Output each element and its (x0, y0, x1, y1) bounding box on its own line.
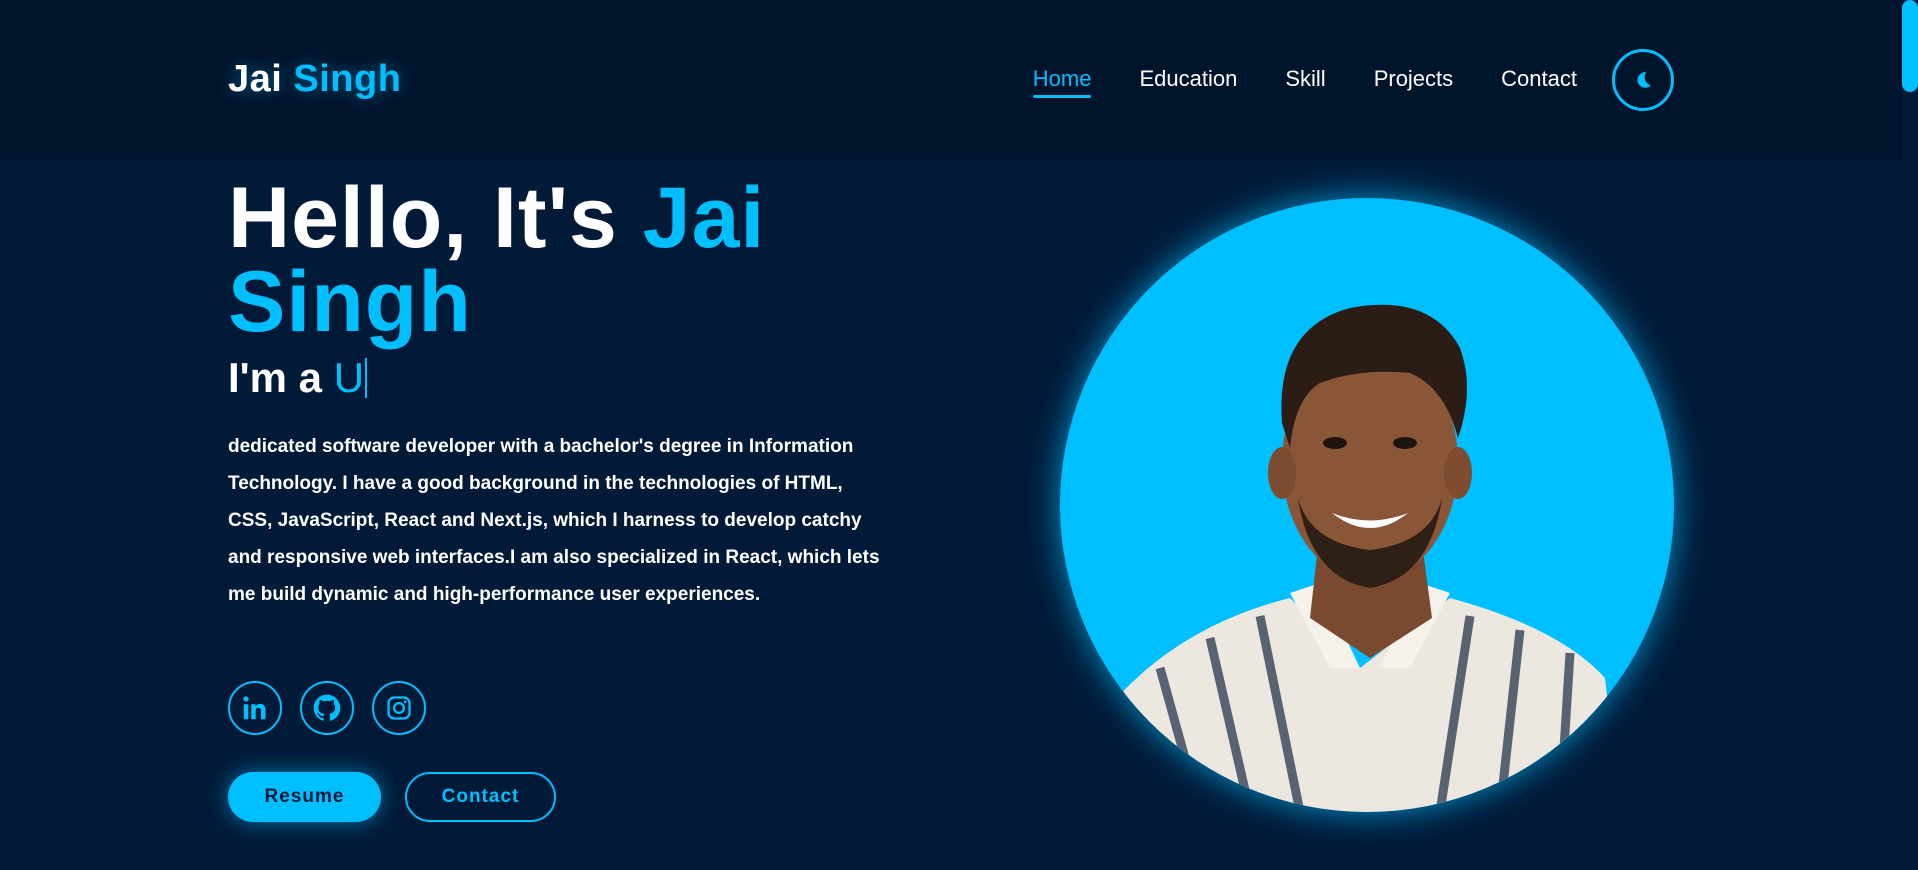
github-link[interactable] (300, 681, 354, 735)
hero-greeting: Hello, It's (228, 170, 618, 266)
hero-bio: dedicated software developer with a bach… (228, 436, 880, 605)
hero-heading: Hello, It's Jai Singh (228, 175, 765, 345)
profile-photo (1060, 198, 1674, 812)
typing-line: I'm a U (228, 354, 368, 402)
nav-education[interactable]: Education (1139, 66, 1237, 96)
typing-text: U (333, 354, 365, 401)
hero-name-last: Singh (228, 254, 472, 350)
linkedin-link[interactable] (228, 681, 282, 735)
theme-toggle-button[interactable] (1612, 49, 1674, 111)
nav-contact[interactable]: Contact (1501, 66, 1577, 96)
logo-first-name: Jai (228, 58, 283, 100)
logo-last-name: Singh (293, 58, 402, 100)
site-logo[interactable]: Jai Singh (228, 58, 401, 101)
social-links (228, 681, 426, 735)
typing-prefix: I'm a (228, 354, 323, 401)
linkedin-icon (243, 696, 266, 720)
main-nav: Home Education Skill Projects Contact (1032, 66, 1577, 98)
github-icon (313, 694, 341, 721)
resume-button[interactable]: Resume (228, 772, 381, 822)
scrollbar-thumb[interactable] (1902, 0, 1918, 92)
typing-caret (365, 358, 368, 398)
scrollbar[interactable] (1902, 0, 1918, 870)
moon-icon (1637, 72, 1651, 88)
nav-skill[interactable]: Skill (1285, 66, 1325, 96)
hero-name-first: Jai (642, 170, 766, 266)
nav-home[interactable]: Home (1032, 66, 1091, 98)
instagram-icon (387, 696, 411, 720)
contact-button[interactable]: Contact (405, 772, 556, 822)
nav-projects[interactable]: Projects (1374, 66, 1453, 96)
instagram-link[interactable] (372, 681, 426, 735)
profile-photo-illustration (1100, 304, 1620, 812)
